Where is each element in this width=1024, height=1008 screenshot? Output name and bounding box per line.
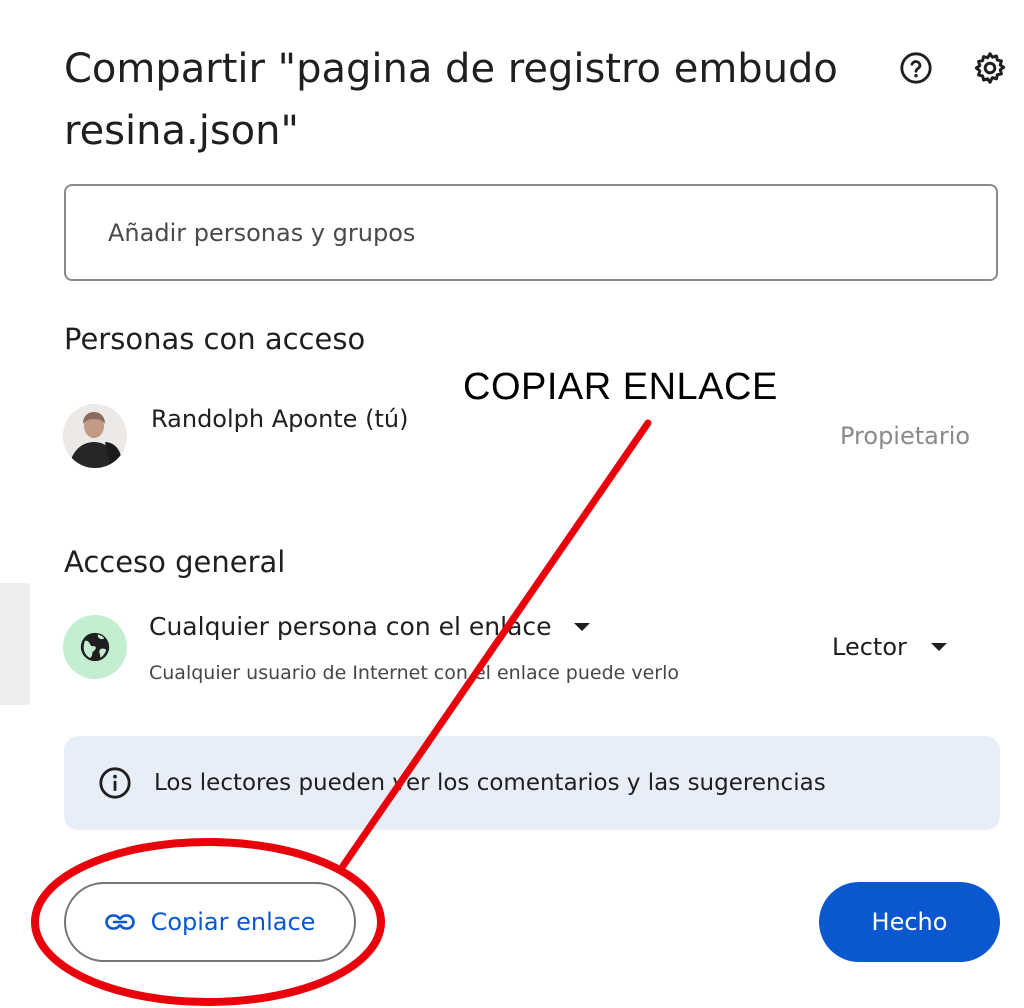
chevron-down-icon — [573, 622, 590, 631]
add-people-field[interactable] — [64, 184, 998, 281]
background-panel-edge — [0, 583, 30, 705]
globe-badge — [63, 615, 127, 679]
info-banner: Los lectores pueden ver los comentarios … — [64, 736, 1000, 830]
add-people-input[interactable] — [106, 217, 956, 248]
globe-icon — [80, 632, 110, 662]
person-name: Randolph Aponte (tú) — [151, 405, 409, 433]
info-banner-text: Los lectores pueden ver los comentarios … — [154, 770, 826, 796]
people-with-access-heading: Personas con acceso — [64, 322, 366, 356]
role-label: Lector — [832, 633, 907, 661]
owner-role-label: Propietario — [840, 422, 971, 450]
settings-button[interactable] — [970, 48, 1010, 88]
avatar — [63, 404, 127, 468]
help-button[interactable] — [896, 48, 936, 88]
help-circle-icon — [900, 52, 932, 84]
done-button[interactable]: Hecho — [819, 882, 1000, 962]
link-icon — [104, 914, 135, 930]
gear-icon — [974, 52, 1006, 84]
general-access-dropdown[interactable]: Cualquier persona con el enlace — [149, 612, 590, 641]
general-access-scope: Cualquier persona con el enlace — [149, 612, 552, 641]
annotation-label: COPIAR ENLACE — [463, 366, 778, 408]
share-dialog: Compartir "pagina de registro embudo res… — [0, 0, 1024, 1008]
general-access-heading: Acceso general — [64, 545, 286, 579]
dialog-title: Compartir "pagina de registro embudo res… — [64, 46, 838, 154]
user-photo — [63, 404, 127, 468]
general-access-description: Cualquier usuario de Internet con el enl… — [149, 662, 680, 684]
info-icon — [99, 767, 131, 799]
role-dropdown[interactable]: Lector — [832, 633, 947, 661]
chevron-down-icon — [930, 643, 947, 651]
copy-link-label: Copiar enlace — [150, 908, 316, 936]
copy-link-button[interactable]: Copiar enlace — [64, 882, 356, 962]
